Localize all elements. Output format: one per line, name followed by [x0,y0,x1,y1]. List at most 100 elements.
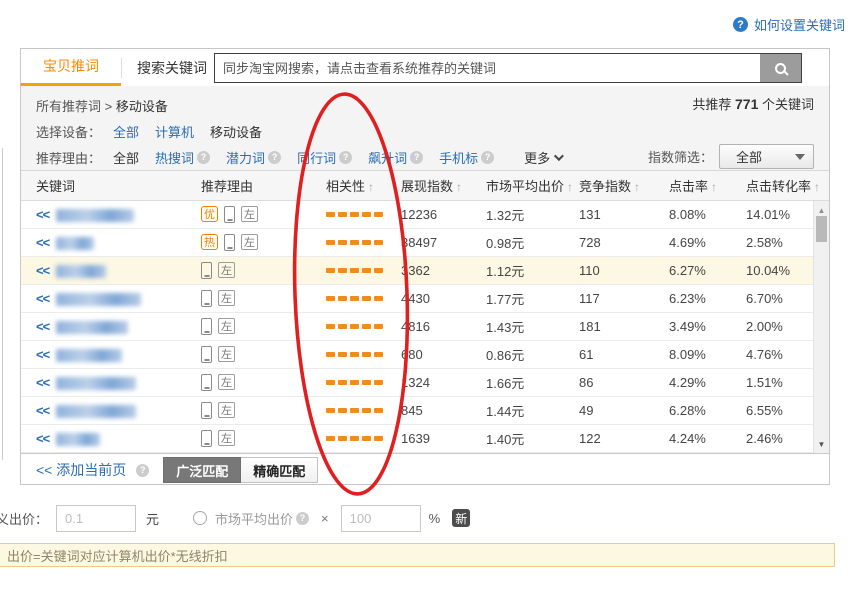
sort-arrow-icon[interactable]: ↑ [368,180,374,194]
impressions-cell: 3362 [401,263,486,278]
tab-search-keywords[interactable]: 搜索关键词 [122,49,222,86]
table-row[interactable]: <<优左122361.32元1318.08%14.01% [21,201,829,229]
reason-option[interactable]: 手机标? [439,148,494,167]
sort-arrow-icon[interactable]: ↑ [634,180,640,194]
add-keyword-arrows[interactable]: << [36,235,49,250]
help-icon[interactable]: ? [197,151,210,164]
column-header[interactable]: 点击转化率↑ [746,176,829,195]
reason-option[interactable]: 全部 [113,148,139,167]
relevance-bar-segment [326,324,335,329]
market-percent-input[interactable] [341,505,421,532]
add-keyword-arrows[interactable]: << [36,375,49,390]
sort-arrow-icon[interactable]: ↑ [711,180,717,194]
add-keyword-arrows[interactable]: << [36,207,49,222]
column-header[interactable]: 竞争指数↑ [579,176,669,195]
column-header-label: 市场平均出价 [486,179,564,194]
relevance-bar-segment [362,296,371,301]
more-filters-toggle[interactable]: 更多 [524,148,561,167]
question-circle-icon: ? [733,17,748,32]
left-position-badge: 左 [218,346,235,362]
reason-option[interactable]: 潜力词? [226,148,281,167]
relevance-bar-segment [362,268,371,273]
add-keyword-arrows[interactable]: << [36,403,49,418]
index-filter-label: 指数筛选： [648,147,713,166]
dropdown-arrow-icon [795,154,805,160]
keyword-search-input[interactable] [215,54,760,82]
sort-arrow-icon[interactable]: ↑ [567,180,573,194]
market-price-radio[interactable] [193,511,207,525]
keyword-search-box [214,53,802,83]
relevance-bar-segment [326,268,335,273]
column-header[interactable]: 展现指数↑ [401,176,486,195]
scroll-down-icon[interactable]: ▼ [814,440,829,449]
table-row[interactable]: <<左13241.66元864.29%1.51% [21,369,829,397]
competition-cell: 117 [579,291,669,306]
custom-bid-input[interactable] [56,505,136,532]
breadcrumb[interactable]: 所有推荐词 > 移动设备 [36,96,168,115]
column-header[interactable]: 点击率↑ [669,176,746,195]
reason-option[interactable]: 热搜词? [155,148,210,167]
add-keyword-arrows[interactable]: << [36,291,49,306]
keyword-blurred [56,209,134,222]
avg-price-cell: 1.40元 [486,429,579,448]
impressions-cell: 1324 [401,375,486,390]
reason-cell: 左 [201,262,326,279]
help-icon[interactable]: ? [136,464,149,477]
broad-match-button[interactable]: 广泛匹配 [163,457,241,483]
reason-option[interactable]: 飙升词? [368,148,423,167]
table-row[interactable]: <<左33621.12元1106.27%10.04% [21,257,829,285]
sort-arrow-icon[interactable]: ↑ [456,180,462,194]
table-row[interactable]: <<左48161.43元1813.49%2.00% [21,313,829,341]
mobile-phone-icon [224,234,235,251]
device-option[interactable]: 移动设备 [210,122,262,141]
add-keyword-arrows[interactable]: << [36,263,49,278]
relevance-bar-segment [338,240,347,245]
competition-cell: 728 [579,235,669,250]
mobile-phone-icon [201,290,212,307]
tab-item-recommend[interactable]: 宝贝推词 [21,49,121,86]
column-header[interactable]: 市场平均出价↑ [486,176,579,195]
ctr-cell: 3.49% [669,319,746,334]
reason-option[interactable]: 同行词? [297,148,352,167]
relevance-bar-segment [374,436,383,441]
competition-cell: 86 [579,375,669,390]
table-scrollbar[interactable]: ▲ ▼ [813,201,829,453]
table-body: <<优左122361.32元1318.08%14.01%<<热左384970.9… [21,201,829,453]
table-row[interactable]: <<左8451.44元496.28%6.55% [21,397,829,425]
sort-arrow-icon[interactable]: ↑ [814,180,820,194]
help-icon[interactable]: ? [481,151,494,164]
add-keyword-arrows[interactable]: << [36,319,49,334]
table-row[interactable]: <<左6800.86元618.09%4.76% [21,341,829,369]
relevance-bar-segment [374,380,383,385]
ctr-cell: 6.28% [669,403,746,418]
help-icon[interactable]: ? [296,512,309,525]
table-row[interactable]: <<热左384970.98元7284.69%2.58% [21,229,829,257]
help-icon[interactable]: ? [339,151,352,164]
competition-cell: 122 [579,431,669,446]
search-button[interactable] [760,54,801,82]
table-row[interactable]: <<左16391.40元1224.24%2.46% [21,425,829,453]
custom-bid-label: 义出价： [0,509,48,528]
table-row[interactable]: <<左44301.77元1176.23%6.70% [21,285,829,313]
add-keyword-arrows[interactable]: << [36,431,49,446]
help-link-label: 如何设置关键词 [754,15,845,34]
help-link[interactable]: ? 如何设置关键词 [733,15,845,34]
relevance-bar-segment [350,380,359,385]
keyword-cell: << [36,235,201,250]
ctr-cell: 4.24% [669,431,746,446]
left-position-badge: 左 [218,262,235,278]
help-icon[interactable]: ? [268,151,281,164]
relevance-bar-segment [326,408,335,413]
impressions-cell: 1639 [401,431,486,446]
index-filter-select[interactable]: 全部 [719,144,814,169]
left-position-badge: 左 [241,234,258,250]
add-keyword-arrows[interactable]: << [36,347,49,362]
scrollbar-thumb[interactable] [816,216,827,242]
help-icon[interactable]: ? [410,151,423,164]
device-option[interactable]: 全部 [113,122,139,141]
exact-match-button[interactable]: 精确匹配 [241,457,318,483]
column-header[interactable]: 相关性↑ [326,176,401,195]
scroll-up-icon[interactable]: ▲ [814,206,829,215]
add-current-page-link[interactable]: << 添加当前页 [36,460,126,480]
device-option[interactable]: 计算机 [155,122,194,141]
